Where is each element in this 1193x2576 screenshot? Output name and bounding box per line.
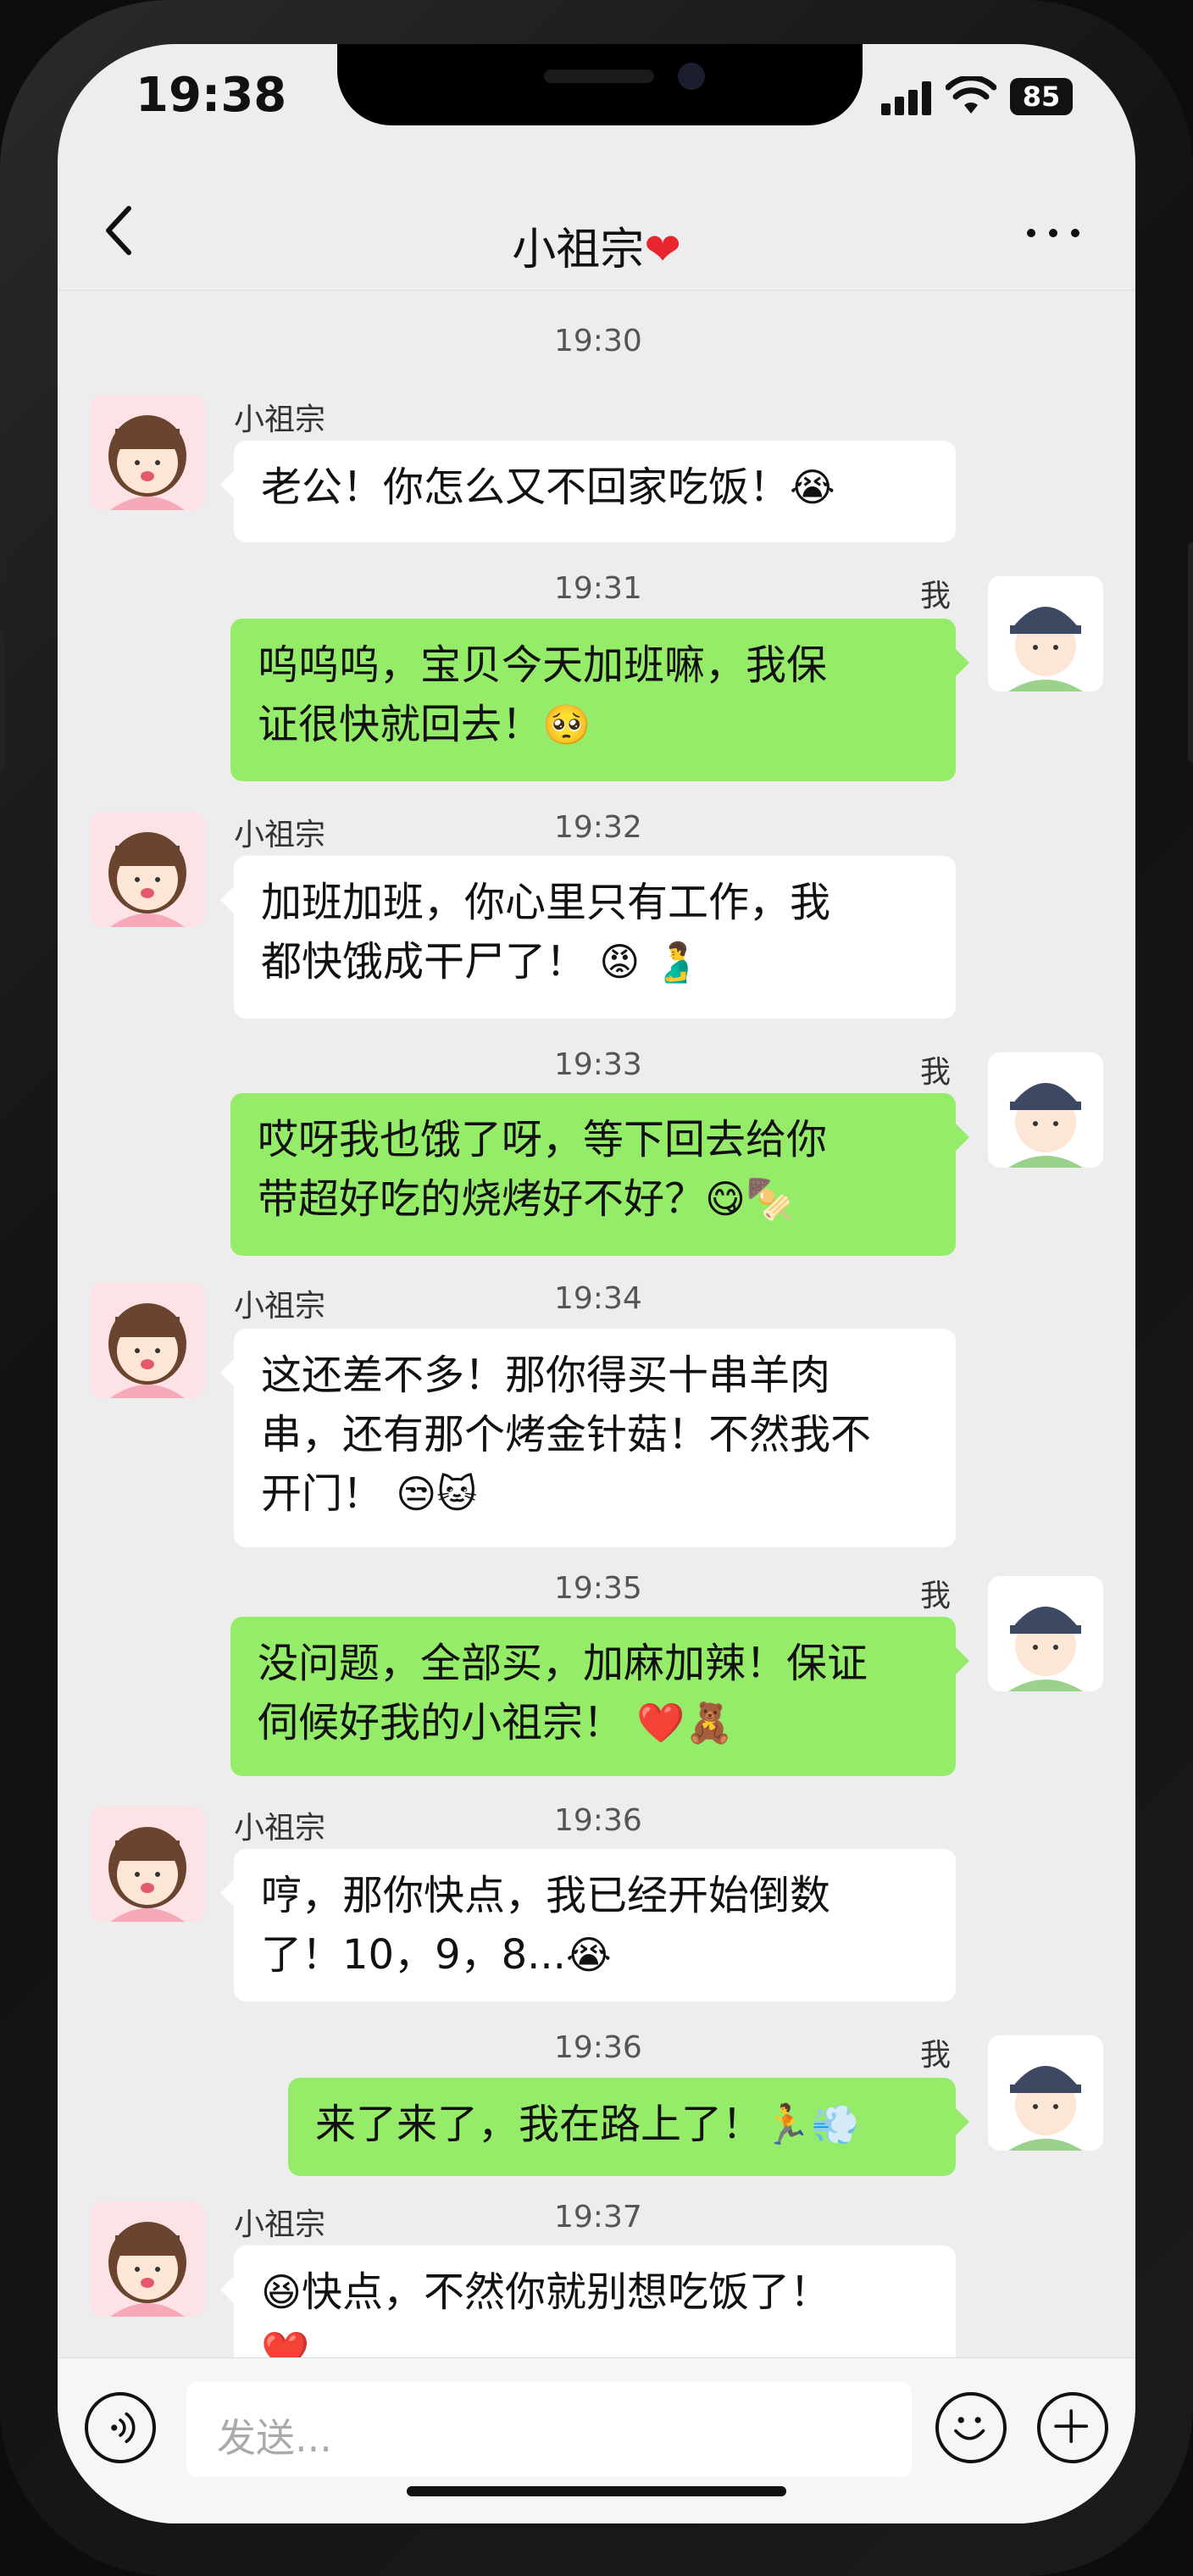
message-text-line: 开门！ [261,1470,384,1518]
message-input[interactable]: 发送... [186,2382,912,2477]
volume-button [0,441,5,585]
yum-face-skewer-emoji-icon: 😋🍢 [705,1176,795,1222]
sender-name: 小祖宗 [234,1811,326,1846]
message-text-line: 没问题，全部买，加麻加辣！保证 [258,1640,868,1687]
message-text-line: 了！10，9，8... [261,1931,566,1979]
voice-input-icon[interactable] [85,2392,156,2463]
message-text-line: 串，还有那个烤金针菇！不然我不 [261,1411,872,1458]
message-timestamp: 19:37 [554,2200,642,2235]
message-text-line: 哼，那你快点，我已经开始倒数 [261,1872,831,1919]
message-timestamp: 19:32 [554,810,642,845]
message-text-line: 带超好吃的烧烤好不好？ [258,1175,706,1223]
girlfriend-avatar[interactable] [90,1283,205,1398]
message-text-line: 这还差不多！那你得买十串羊肉 [261,1352,831,1399]
message-text-line: 呜呜呜，宝贝今天加班嘛，我保 [258,641,828,689]
girlfriend-avatar[interactable] [90,2201,205,2317]
message-timestamp: 19:35 [554,1571,642,1606]
phone-frame: 19:38 85 小祖宗❤ 19:30 小祖宗 老公！你怎么又不回家吃饭！😭 1… [0,0,1193,2576]
sender-name: 我 [920,1055,952,1090]
notch [337,44,863,125]
message-text-line: 都快饿成干尸了！ [261,938,587,985]
message-bubble[interactable]: 老公！你怎么又不回家吃饭！😭 [220,441,956,542]
girlfriend-avatar[interactable] [90,812,205,927]
message-list[interactable]: 19:30 小祖宗 老公！你怎么又不回家吃饭！😭 19:31 我 呜呜呜，宝贝今… [58,290,1135,2398]
home-indicator[interactable] [407,2486,786,2496]
message-text: 来了来了，我在路上了！ [315,2101,763,2148]
screen: 19:38 85 小祖宗❤ 19:30 小祖宗 老公！你怎么又不回家吃饭！😭 1… [58,44,1135,2523]
sender-name: 小祖宗 [234,402,326,437]
sender-name: 小祖宗 [234,1289,326,1324]
heart-teddy-bear-emoji-icon: ❤️🧸 [636,1700,734,1746]
more-options-icon[interactable] [1020,205,1088,256]
my-avatar[interactable] [988,2035,1103,2151]
volume-button [0,627,5,771]
cellular-signal-icon [881,81,934,115]
message-input-placeholder: 发送... [217,2415,332,2461]
message-timestamp: 19:30 [554,324,642,358]
input-bar: 发送... [58,2357,1135,2523]
chat-title-text: 小祖宗 [512,225,645,275]
sender-name: 我 [920,1579,952,1613]
pleading-face-emoji-icon: 🥺 [542,702,591,747]
front-camera [678,63,705,90]
message-bubble[interactable]: 加班加班，你心里只有工作，我 都快饿成干尸了！ 😡 🫃 [220,856,956,1019]
message-timestamp: 19:34 [554,1281,642,1316]
message-timestamp: 19:31 [554,571,642,606]
emoji-picker-icon[interactable] [935,2392,1007,2463]
crying-face-emoji-icon: 😭 [790,464,835,510]
status-time: 19:38 [136,68,287,123]
message-bubble[interactable]: 来了来了，我在路上了！🏃💨 [288,2078,969,2176]
sender-name: 我 [920,2038,952,2073]
running-person-dash-emoji-icon: 🏃💨 [763,2101,860,2147]
red-heart-icon: ❤ [644,225,681,275]
more-actions-plus-icon[interactable] [1037,2392,1108,2463]
chat-header: 小祖宗❤ [58,171,1135,291]
unamused-face-cat-emoji-icon: 😒🐱 [396,1471,478,1517]
chat-title: 小祖宗❤ [58,214,1135,277]
message-bubble[interactable]: 没问题，全部买，加麻加辣！保证 伺候好我的小祖宗！ ❤️🧸 [230,1617,969,1776]
message-timestamp: 19:36 [554,1803,642,1838]
battery-indicator: 85 [1010,78,1073,115]
message-text-line: 证很快就回去！ [258,701,543,748]
power-button [1188,542,1193,763]
message-text-line: 伺候好我的小祖宗！ [258,1699,624,1746]
my-avatar[interactable] [988,1052,1103,1168]
message-text: 快点，不然你就别想吃饭了！ [301,2268,830,2316]
message-text: 老公！你怎么又不回家吃饭！ [261,464,791,511]
message-bubble[interactable]: 呜呜呜，宝贝今天加班嘛，我保 证很快就回去！🥺 [230,619,969,781]
message-text-line: 加班加班，你心里只有工作，我 [261,879,831,926]
message-timestamp: 19:33 [554,1047,642,1082]
my-avatar[interactable] [988,576,1103,691]
speaker-grille [544,69,654,83]
angry-face-emoji-icon: 😡 🫃 [599,939,702,985]
sender-name: 小祖宗 [234,818,326,852]
girlfriend-avatar[interactable] [90,1807,205,1922]
wifi-icon [946,76,996,114]
girlfriend-avatar[interactable] [90,395,205,510]
message-bubble[interactable]: 哼，那你快点，我已经开始倒数 了！10，9，8...😭 [220,1849,956,2001]
my-avatar[interactable] [988,1576,1103,1691]
message-bubble[interactable]: 哎呀我也饿了呀，等下回去给你 带超好吃的烧烤好不好？😋🍢 [230,1093,969,1256]
message-bubble[interactable]: 这还差不多！那你得买十串羊肉 串，还有那个烤金针菇！不然我不 开门！ 😒🐱 [220,1329,956,1547]
grinning-squint-emoji-icon: 😆 [261,2269,302,2315]
sender-name: 小祖宗 [234,2207,326,2242]
sender-name: 我 [920,579,952,613]
crying-face-emoji-icon: 😭 [565,1932,612,1978]
message-timestamp: 19:36 [554,2030,642,2065]
message-text-line: 哎呀我也饿了呀，等下回去给你 [258,1116,828,1163]
